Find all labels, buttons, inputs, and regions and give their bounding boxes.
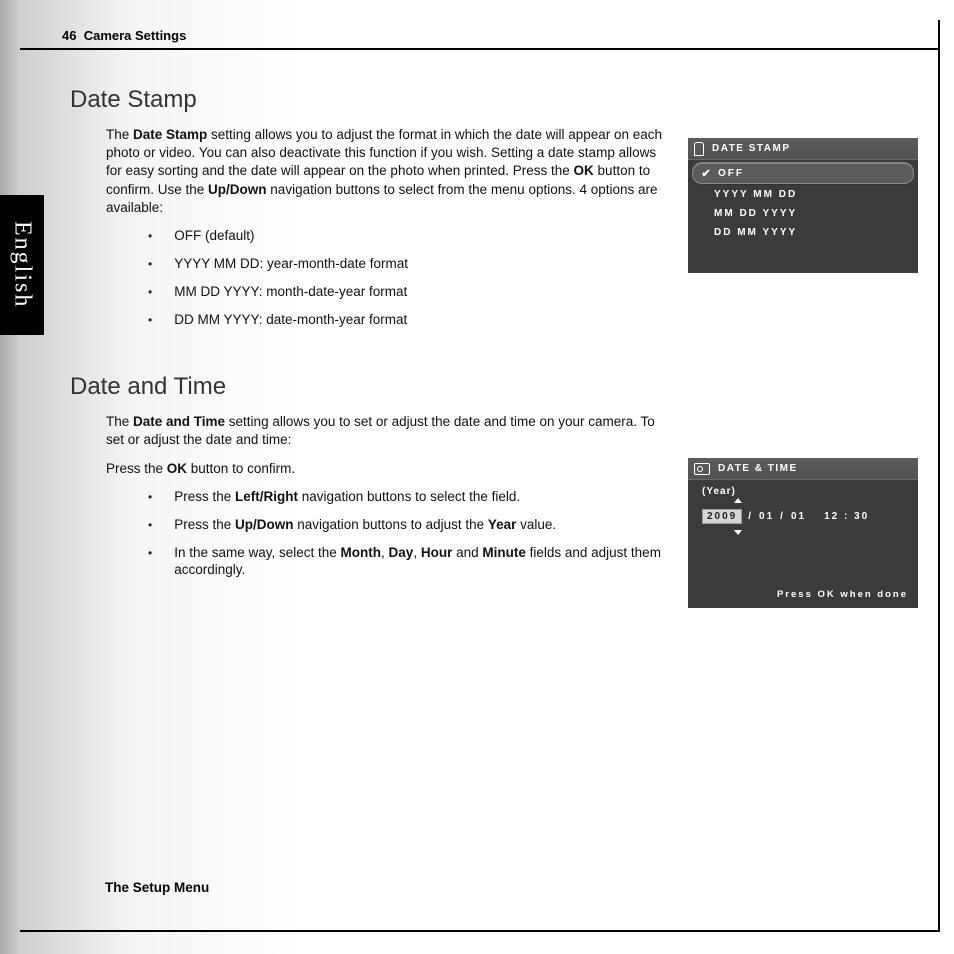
lcd-title-row: DATE & TIME [688, 458, 918, 480]
lcd-hint: Press OK when done [777, 589, 908, 600]
bullet-icon: • [148, 311, 152, 329]
time-field[interactable]: 12 : 30 [824, 511, 869, 522]
month-field[interactable]: 01 [759, 511, 774, 522]
date-time-steps: • Press the Left/Right navigation button… [148, 488, 670, 579]
text: The [106, 414, 133, 429]
list-item-text: Press the Up/Down navigation buttons to … [174, 516, 556, 534]
text: Press the [174, 517, 235, 532]
page-header-title: Camera Settings [84, 28, 187, 43]
bullet-icon: • [148, 283, 152, 301]
bold: Up/Down [208, 182, 267, 197]
text: Press the [106, 461, 167, 476]
text: , [381, 545, 389, 560]
lcd-menu-item-dmy[interactable]: DD MM YYYY [688, 223, 918, 242]
check-icon: ✔ [702, 167, 712, 180]
list-item-text: DD MM YYYY: date-month-year format [174, 311, 407, 329]
manual-page: 46 Camera Settings English Date Stamp Th… [0, 0, 954, 954]
bold: Hour [421, 545, 453, 560]
bullet-icon: • [148, 544, 152, 562]
bold: OK [574, 163, 594, 178]
field-indicator: (Year) [688, 480, 918, 497]
lcd-title: DATE & TIME [718, 463, 798, 474]
list-item-text: MM DD YYYY: month-date-year format [174, 283, 407, 301]
date-stamp-intro: The Date Stamp setting allows you to adj… [106, 126, 670, 217]
lcd-date-time: DATE & TIME (Year) 2009 / 01 / 01 12 : 3… [688, 458, 918, 608]
lcd-item-label: OFF [718, 168, 744, 179]
lcd-item-label: YYYY MM DD [714, 189, 797, 200]
date-time-icon [694, 463, 710, 475]
sep: / [780, 511, 785, 522]
list-item-text: OFF (default) [174, 227, 254, 245]
list-item: • In the same way, select the Month, Day… [148, 544, 670, 579]
lcd-title-row: DATE STAMP [688, 138, 918, 160]
text: Press the [174, 489, 235, 504]
bullet-icon: • [148, 227, 152, 245]
heading-date-and-time: Date and Time [70, 373, 670, 401]
bold: Minute [482, 545, 526, 560]
page-footer: The Setup Menu [105, 880, 209, 895]
date-time-p2: Press the OK button to confirm. [106, 460, 670, 478]
list-item-text: In the same way, select the Month, Day, … [174, 544, 670, 579]
bold: Left/Right [235, 489, 298, 504]
arrow-down-icon [734, 530, 742, 535]
date-time-p1: The Date and Time setting allows you to … [106, 413, 670, 449]
bold: Month [341, 545, 381, 560]
text: , [413, 545, 421, 560]
bold: Year [488, 517, 517, 532]
text: The [106, 127, 133, 142]
section-date-stamp: Date Stamp The Date Stamp setting allows… [70, 86, 670, 329]
lcd-date-stamp: DATE STAMP ✔ OFF YYYY MM DD MM DD YYYY D… [688, 138, 918, 273]
list-item: • Press the Up/Down navigation buttons t… [148, 516, 670, 534]
lcd-title: DATE STAMP [712, 143, 791, 154]
page-header: 46 Camera Settings [62, 28, 186, 43]
lcd-item-label: MM DD YYYY [714, 208, 797, 219]
bold: Date and Time [133, 414, 225, 429]
lcd-item-label: DD MM YYYY [714, 227, 797, 238]
date-stamp-icon [694, 142, 704, 156]
bold: OK [167, 461, 187, 476]
heading-date-stamp: Date Stamp [70, 86, 670, 114]
list-item: • OFF (default) [148, 227, 670, 245]
text: button to confirm. [187, 461, 295, 476]
language-tab-label: English [9, 221, 36, 308]
text: value. [516, 517, 556, 532]
header-divider [20, 48, 938, 50]
arrow-up-icon [734, 498, 742, 503]
bold: Date Stamp [133, 127, 207, 142]
bullet-icon: • [148, 255, 152, 273]
bold: Day [389, 545, 414, 560]
list-item-text: Press the Left/Right navigation buttons … [174, 488, 520, 506]
bold: Up/Down [235, 517, 294, 532]
text: navigation buttons to select the field. [298, 489, 520, 504]
date-stamp-options-list: • OFF (default) • YYYY MM DD: year-month-d… [148, 227, 670, 329]
content: Date Stamp The Date Stamp setting allows… [70, 86, 670, 589]
bullet-icon: • [148, 488, 152, 506]
sep: / [748, 511, 753, 522]
list-item: • MM DD YYYY: month-date-year format [148, 283, 670, 301]
date-time-row: 2009 / 01 / 01 12 : 30 [688, 497, 918, 524]
text: navigation buttons to adjust the [293, 517, 487, 532]
lcd-menu-list: ✔ OFF YYYY MM DD MM DD YYYY DD MM YYYY [688, 160, 918, 248]
list-item: • YYYY MM DD: year-month-date format [148, 255, 670, 273]
list-item: • DD MM YYYY: date-month-year format [148, 311, 670, 329]
language-tab: English [0, 195, 44, 335]
text: and [452, 545, 482, 560]
text: In the same way, select the [174, 545, 340, 560]
lcd-menu-item-mdy[interactable]: MM DD YYYY [688, 204, 918, 223]
bullet-icon: • [148, 516, 152, 534]
list-item: • Press the Left/Right navigation button… [148, 488, 670, 506]
lcd-menu-item-ymd[interactable]: YYYY MM DD [688, 185, 918, 204]
page-number: 46 [62, 28, 76, 43]
year-field[interactable]: 2009 [702, 509, 742, 524]
section-date-and-time: Date and Time The Date and Time setting … [70, 373, 670, 579]
lcd-menu-item-off[interactable]: ✔ OFF [692, 162, 914, 185]
day-field[interactable]: 01 [791, 511, 806, 522]
list-item-text: YYYY MM DD: year-month-date format [174, 255, 408, 273]
